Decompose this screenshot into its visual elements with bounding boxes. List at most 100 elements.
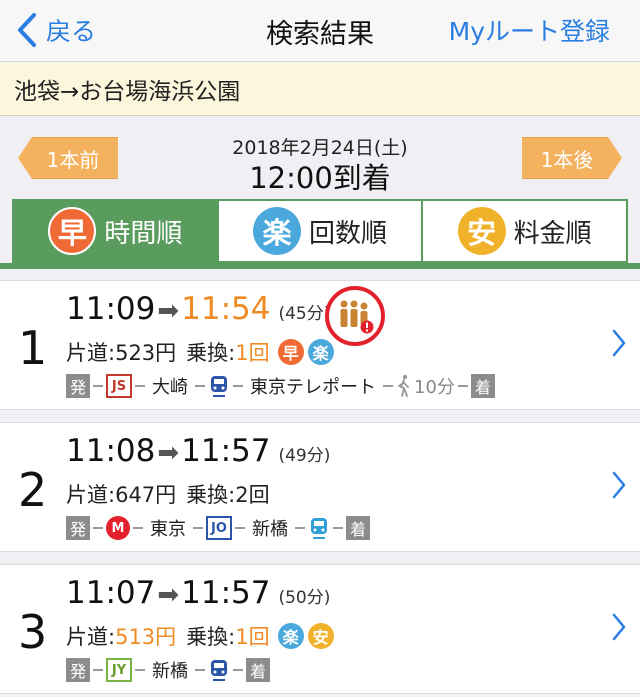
path-divider xyxy=(93,527,103,529)
departure-time: 11:09 xyxy=(66,291,156,327)
path-divider xyxy=(133,527,143,529)
fare-value: 647円 xyxy=(115,483,177,507)
easy-badge-icon: 楽 xyxy=(277,623,304,649)
arrival-tag: 着 xyxy=(346,516,370,540)
route-text: 池袋→お台場海浜公園 xyxy=(14,79,241,105)
crowd-warning-icon[interactable] xyxy=(325,286,385,346)
path-divider xyxy=(233,669,243,671)
result-times: 11:07 ➡ 11:57 (50分) xyxy=(66,575,330,611)
departure-time: 11:07 xyxy=(66,575,156,611)
arrival-tag: 着 xyxy=(246,658,270,682)
path-divider xyxy=(195,669,205,671)
chevron-right-icon xyxy=(612,613,626,641)
tab-label: 料金順 xyxy=(513,218,592,249)
cheap-badge-icon: 安 xyxy=(307,623,334,649)
fare-label: 片道: xyxy=(66,625,116,649)
result-times: 11:08 ➡ 11:57 (49分) xyxy=(66,433,330,469)
train-icon xyxy=(211,376,227,397)
arrow-right-icon: ➡ xyxy=(157,438,180,468)
station: 新橋 xyxy=(252,519,288,540)
transfer-count: 1回 xyxy=(235,625,270,649)
congestion-icon xyxy=(340,300,374,334)
station: 新橋 xyxy=(152,661,188,682)
path-divider xyxy=(195,385,205,387)
fare-info: 片道: 647円 乗換: 2回 xyxy=(66,479,270,509)
line-badge-jo: JO xyxy=(206,516,232,540)
fastest-badge-icon: 早 xyxy=(277,339,304,365)
route-path: 発 JY 新橋 着 xyxy=(66,657,270,683)
fare-value: 523円 xyxy=(115,341,177,365)
departure-tag: 発 xyxy=(66,516,90,540)
transfer-count: 2回 xyxy=(235,483,270,507)
duration: (50分) xyxy=(278,588,331,608)
route-summary: 池袋→お台場海浜公園 xyxy=(0,63,640,116)
arrival-tag: 着 xyxy=(470,374,495,398)
fastest-badge-icon: 早 xyxy=(48,207,97,255)
fare-label: 片道: xyxy=(66,483,116,507)
chevron-right-icon xyxy=(612,329,626,357)
fare-label: 片道: xyxy=(66,341,116,365)
path-divider xyxy=(235,527,245,529)
path-divider xyxy=(135,669,145,671)
duration: (45分) xyxy=(278,304,331,324)
transfer-label: 乗換: xyxy=(186,625,236,649)
departure-time: 11:08 xyxy=(66,433,156,469)
route-path: 発 M 東京 JO 新橋 着 xyxy=(66,515,370,541)
train-icon xyxy=(311,518,327,539)
duration: (49分) xyxy=(278,446,331,466)
path-divider xyxy=(135,385,145,387)
station: 大崎 xyxy=(152,377,188,398)
arrow-right-icon: ➡ xyxy=(157,296,180,326)
fare-info: 片道: 513円 乗換: 1回 楽 安 xyxy=(66,621,334,651)
station: 東京 xyxy=(150,519,186,540)
route-result-1[interactable]: 1 11:09 ➡ 11:54 (45分) 片道: 523円 乗換: 1回 早 … xyxy=(0,280,640,410)
transfer-label: 乗換: xyxy=(186,483,236,507)
route-result-2[interactable]: 2 11:08 ➡ 11:57 (49分) 片道: 647円 乗換: 2回 発 … xyxy=(0,422,640,552)
path-divider xyxy=(93,385,103,387)
tab-sort-by-transfers[interactable]: 楽 回数順 xyxy=(219,201,424,261)
line-badge-metro: M xyxy=(106,516,130,540)
tab-sort-by-time[interactable]: 早 時間順 xyxy=(14,201,219,261)
path-divider xyxy=(383,385,393,387)
sort-tabs: 早 時間順 楽 回数順 安 料金順 xyxy=(12,199,628,263)
cheap-badge-icon: 安 xyxy=(457,207,506,255)
result-number: 3 xyxy=(18,605,48,659)
easy-badge-icon: 楽 xyxy=(253,207,301,255)
result-times: 11:09 ➡ 11:54 (45分) xyxy=(66,291,330,327)
route-path: 発 JS 大崎 東京テレポート 10分 着 xyxy=(66,373,495,399)
route-result-3[interactable]: 3 11:07 ➡ 11:57 (50分) 片道: 513円 乗換: 1回 楽 … xyxy=(0,564,640,694)
fare-value: 513円 xyxy=(115,625,177,649)
tab-label: 時間順 xyxy=(104,218,183,249)
path-divider xyxy=(333,527,343,529)
walk-icon xyxy=(398,374,409,397)
departure-tag: 発 xyxy=(66,374,90,398)
register-my-route-button[interactable]: Myルート登録 xyxy=(449,12,610,48)
path-divider xyxy=(295,527,305,529)
fare-info: 片道: 523円 乗換: 1回 早 楽 xyxy=(66,337,334,367)
next-train-label: 1本後 xyxy=(540,147,594,172)
path-divider xyxy=(193,527,203,529)
chevron-right-icon xyxy=(612,471,626,499)
arrival-time: 11:54 xyxy=(181,291,271,327)
line-badge-jy: JY xyxy=(106,658,132,682)
path-divider xyxy=(457,385,468,387)
transfer-count: 1回 xyxy=(235,341,270,365)
line-badge-js: JS xyxy=(106,374,132,398)
result-number: 2 xyxy=(18,463,48,517)
transfer-label: 乗換: xyxy=(186,341,236,365)
walk-duration: 10分 xyxy=(414,377,455,398)
date-navigation: 1本前 2018年2月24日(土) 12:00到着 1本後 xyxy=(0,117,640,199)
arrow-right-icon: ➡ xyxy=(157,580,180,610)
next-train-button[interactable]: 1本後 xyxy=(522,137,622,179)
departure-tag: 発 xyxy=(66,658,90,682)
navigation-bar: 戻る 検索結果 Myルート登録 xyxy=(0,0,640,62)
result-number: 1 xyxy=(18,321,48,375)
easy-badge-icon: 楽 xyxy=(307,339,334,365)
arrival-time: 11:57 xyxy=(181,575,271,611)
station: 東京テレポート xyxy=(250,377,376,398)
train-icon xyxy=(211,660,227,681)
tab-sort-by-fare[interactable]: 安 料金順 xyxy=(423,201,626,261)
arrival-time: 11:57 xyxy=(181,433,271,469)
path-divider xyxy=(233,385,243,387)
path-divider xyxy=(93,669,103,671)
